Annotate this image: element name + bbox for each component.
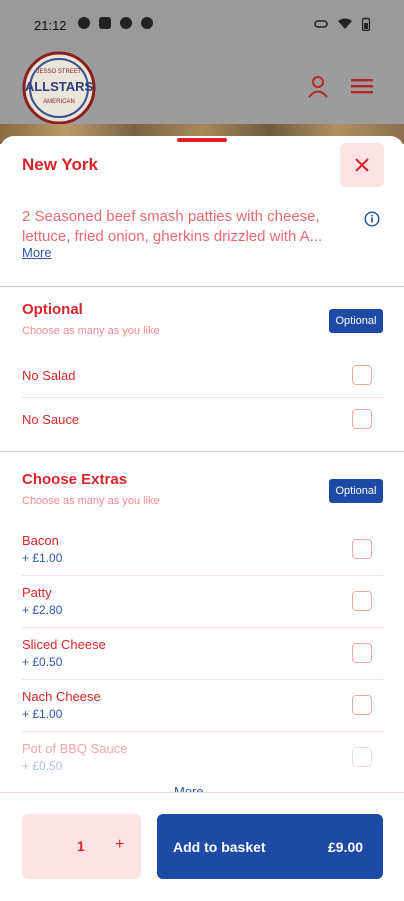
app-icon: [99, 17, 111, 29]
wifi-icon: [338, 18, 352, 29]
option-divider: [22, 397, 383, 398]
option-checkbox-nach-cheese[interactable]: [352, 695, 372, 715]
product-title: New York: [22, 155, 98, 174]
basket-price: £9.00: [328, 839, 364, 855]
quantity-value: 1: [77, 838, 85, 854]
section-title-optional: Optional: [22, 301, 83, 318]
option-label[interactable]: Nach Cheese: [22, 689, 101, 704]
quantity-plus-button[interactable]: +: [115, 836, 124, 854]
section-title-extras: Choose Extras: [22, 471, 128, 488]
settings-icon: [120, 17, 132, 29]
status-time: 21:12: [34, 18, 67, 33]
info-icon[interactable]: [364, 211, 380, 227]
section-subtitle: Choose as many as you like: [22, 495, 160, 507]
close-button[interactable]: [340, 143, 384, 187]
option-divider: [22, 731, 383, 732]
option-checkbox-sliced-cheese[interactable]: [352, 643, 372, 663]
description-more-link[interactable]: More: [22, 245, 52, 260]
link-icon: [314, 20, 328, 28]
option-price: + £0.50: [22, 655, 63, 669]
option-label[interactable]: Bacon: [22, 533, 59, 548]
android-icon: [141, 17, 153, 29]
option-price: + £2.80: [22, 603, 63, 617]
option-label[interactable]: Patty: [22, 585, 52, 600]
option-divider: [22, 679, 383, 680]
svg-text:ALLSTARS: ALLSTARS: [25, 79, 94, 94]
option-checkbox-bbq-sauce[interactable]: [352, 747, 372, 767]
option-label[interactable]: Pot of BBQ Sauce: [22, 741, 128, 756]
add-to-basket-label: Add to basket: [173, 839, 266, 855]
svg-text:JESSO STREET: JESSO STREET: [36, 69, 81, 75]
section-divider: [0, 451, 404, 452]
brand-logo[interactable]: JESSO STREET ALLSTARS AMERICAN: [22, 51, 96, 125]
option-label[interactable]: No Sauce: [22, 412, 79, 427]
product-description: 2 Seasoned beef smash patties with chees…: [22, 208, 323, 245]
option-price: + £1.00: [22, 707, 63, 721]
option-checkbox-no-salad[interactable]: [352, 365, 372, 385]
option-price: + £1.00: [22, 551, 63, 565]
section-subtitle: Choose as many as you like: [22, 325, 160, 337]
optional-badge: Optional: [329, 479, 383, 503]
section-divider: [0, 286, 404, 287]
option-label[interactable]: Sliced Cheese: [22, 637, 106, 652]
battery-icon: [362, 17, 370, 31]
option-checkbox-no-sauce[interactable]: [352, 409, 372, 429]
status-bar: 21:12: [0, 0, 404, 50]
option-checkbox-bacon[interactable]: [352, 539, 372, 559]
svg-text:AMERICAN: AMERICAN: [43, 99, 75, 105]
close-icon: [355, 158, 369, 172]
sync-icon: [78, 17, 90, 29]
menu-icon[interactable]: [350, 74, 374, 98]
option-price: + £0.50: [22, 759, 63, 773]
option-label[interactable]: No Salad: [22, 368, 75, 383]
option-checkbox-patty[interactable]: [352, 591, 372, 611]
option-divider: [22, 575, 383, 576]
user-icon[interactable]: [306, 74, 330, 98]
optional-badge: Optional: [329, 309, 383, 333]
drag-handle[interactable]: [177, 138, 227, 142]
option-divider: [22, 627, 383, 628]
